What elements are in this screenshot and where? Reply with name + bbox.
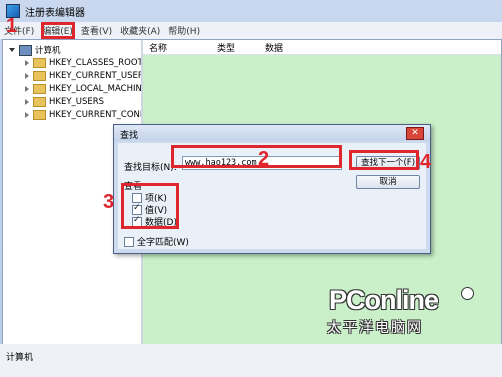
list-header: 名称 类型 数据 [143, 40, 501, 55]
collapse-arrow-icon[interactable] [25, 112, 29, 118]
callout-box-look-at [121, 183, 179, 229]
tree-label: 计算机 [35, 46, 61, 56]
folder-icon [33, 110, 46, 120]
tree-label: HKEY_CURRENT_USER [49, 71, 143, 81]
collapse-arrow-icon[interactable] [25, 86, 29, 92]
tree-label: HKEY_LOCAL_MACHINE [49, 84, 143, 94]
menu-favorites[interactable]: 收藏夹(A) [116, 24, 164, 37]
column-name[interactable]: 名称 [149, 41, 167, 54]
checkbox-label: 全字匹配(W) [137, 238, 189, 248]
cancel-button[interactable]: 取消 [356, 175, 420, 189]
find-what-label: 查找目标(N): [124, 163, 177, 173]
tree-label: HKEY_CLASSES_ROOT [49, 58, 143, 68]
watermark-subtitle: 太平洋电脑网 [327, 320, 423, 336]
dialog-title: 查找 [120, 131, 139, 141]
collapse-arrow-icon[interactable] [25, 73, 29, 79]
column-data[interactable]: 数据 [265, 41, 283, 54]
window-title: 注册表编辑器 [25, 7, 85, 19]
folder-icon [33, 58, 46, 68]
watermark-brand: PConline [329, 285, 439, 315]
column-type[interactable]: 类型 [217, 41, 235, 54]
menu-view[interactable]: 查看(V) [77, 24, 116, 37]
tree-label: HKEY_USERS [49, 97, 105, 107]
step-number-3: 3 [103, 191, 115, 213]
folder-icon [33, 84, 46, 94]
collapse-arrow-icon[interactable] [25, 99, 29, 105]
folder-icon [33, 97, 46, 107]
expand-arrow-icon[interactable] [9, 48, 15, 52]
callout-box-edit-menu [41, 22, 75, 39]
tree-item-hkcr[interactable]: HKEY_CLASSES_ROOT [25, 57, 143, 69]
tree-item-computer[interactable]: 计算机 [9, 44, 61, 56]
step-number-1: 1 [6, 15, 18, 37]
watermark-dot-icon [461, 287, 474, 300]
folder-icon [33, 71, 46, 81]
title-bar: 注册表编辑器 [0, 0, 502, 22]
status-bar: 计算机 [0, 344, 502, 377]
tree-label: HKEY_CURRENT_CONFIG [49, 110, 141, 120]
status-path: 计算机 [6, 353, 34, 363]
callout-box-find-next [349, 150, 419, 170]
menu-bar: 文件(F) 编辑(E) 查看(V) 收藏夹(A) 帮助(H) [0, 22, 502, 39]
step-number-4: 4 [420, 151, 432, 173]
tree-item-hklm[interactable]: HKEY_LOCAL_MACHINE [25, 83, 143, 95]
checkbox-whole-match[interactable]: 全字匹配(W) [124, 235, 189, 248]
pconline-watermark: PConline 太平洋电脑网 [323, 285, 493, 343]
tree-item-hkcc[interactable]: HKEY_CURRENT_CONFIG [25, 109, 141, 121]
dialog-title-bar[interactable]: 查找 ✕ [114, 125, 430, 141]
collapse-arrow-icon[interactable] [25, 60, 29, 66]
tree-item-hkcu[interactable]: HKEY_CURRENT_USER [25, 70, 143, 82]
menu-help[interactable]: 帮助(H) [164, 24, 204, 37]
checkbox-box[interactable] [124, 236, 134, 247]
tree-item-hku[interactable]: HKEY_USERS [25, 96, 104, 108]
close-icon[interactable]: ✕ [406, 127, 424, 140]
callout-box-find-input [171, 145, 342, 168]
computer-icon [19, 44, 32, 56]
step-number-2: 2 [258, 148, 270, 170]
